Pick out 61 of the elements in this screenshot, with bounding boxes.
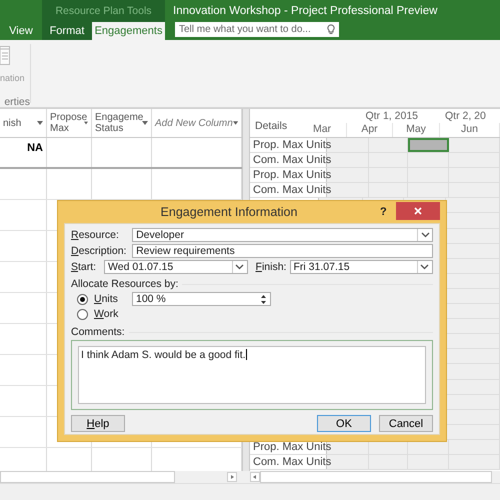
form-icon[interactable]	[0, 46, 10, 65]
description-field[interactable]: Review requirements	[132, 244, 433, 258]
dropdown-arrow-icon[interactable]	[84, 121, 88, 125]
window-title: Innovation Workshop - Project Professional Preview	[173, 5, 438, 17]
radio-label[interactable]: Units	[94, 293, 124, 305]
ribbon-tab[interactable]: View	[0, 22, 42, 40]
column-header[interactable]: Add New Column	[155, 118, 233, 128]
ribbon-group-label: erties	[4, 96, 30, 107]
detail-label: Com. Max Units	[253, 154, 332, 166]
detail-label: Com. Max Units	[253, 456, 332, 468]
dropdown-arrow-icon[interactable]	[37, 121, 43, 125]
timephased-cell[interactable]	[408, 138, 449, 152]
detail-label: Prop. Max Units	[253, 139, 332, 151]
dialog-title: Engagement Information	[160, 205, 298, 219]
ribbon-tab[interactable]: Engagements	[92, 22, 165, 40]
column-header: Details	[255, 120, 288, 132]
radio-button[interactable]	[77, 308, 88, 320]
month-label: Apr	[361, 123, 378, 135]
units-spin-field[interactable]: 100 %	[132, 292, 271, 306]
field-label: Finish:	[256, 261, 286, 273]
dropdown-field[interactable]: Wed 01.07.15	[104, 260, 248, 274]
search-field[interactable]: Tell me what you want to do...	[175, 22, 339, 37]
detail-label: Prop. Max Units	[253, 440, 332, 453]
quarter-label: Qtr 1, 2015	[364, 110, 418, 122]
close-icon	[414, 206, 422, 214]
dropdown-arrow-icon[interactable]	[232, 121, 238, 125]
detail-label: Com. Max Units	[253, 184, 332, 196]
close-button[interactable]	[396, 202, 440, 220]
column-header[interactable]: nish	[3, 118, 37, 128]
radio-button[interactable]	[77, 294, 88, 304]
chevron-down-icon	[420, 232, 430, 238]
contextual-group-label: Resource Plan Tools	[42, 0, 165, 22]
field-label: Start:	[71, 261, 98, 273]
quarter-label: Qtr 2, 20	[445, 110, 486, 122]
dialog-button[interactable]: OK	[317, 415, 371, 432]
section-label: Comments:	[71, 326, 125, 338]
help-glyph[interactable]: ?	[380, 206, 396, 218]
dropdown-arrow-icon[interactable]	[142, 121, 148, 125]
field-label: Description:	[71, 245, 128, 257]
horizontal-scrollbar[interactable]	[260, 471, 492, 483]
scroll-left-icon[interactable]	[250, 472, 260, 482]
section-label: Allocate Resources by:	[71, 278, 178, 290]
dropdown-field[interactable]: Fri 31.07.15	[290, 260, 433, 274]
radio-label[interactable]: Work	[94, 308, 124, 320]
field-label: Resource:	[71, 229, 120, 241]
detail-label: Prop. Max Units	[253, 169, 332, 182]
horizontal-scrollbar[interactable]	[0, 471, 175, 483]
dialog-button[interactable]: Cancel	[379, 415, 433, 432]
month-label: May	[406, 123, 426, 135]
scroll-right-icon[interactable]	[227, 472, 237, 482]
month-label: Jun	[461, 123, 478, 135]
ribbon-tab[interactable]: Format	[42, 22, 92, 40]
comments-field[interactable]: I think Adam S. would be a good fit.	[78, 346, 426, 404]
chevron-down-icon	[420, 264, 430, 270]
chevron-down-icon	[235, 264, 244, 270]
table-cell: NA	[27, 142, 43, 154]
dropdown-field[interactable]: Developer	[132, 228, 433, 242]
spinner-arrows-icon[interactable]	[258, 292, 269, 306]
dialog-button[interactable]: Help	[71, 415, 125, 432]
lightbulb-icon	[327, 24, 335, 35]
month-label: Mar	[312, 123, 332, 135]
